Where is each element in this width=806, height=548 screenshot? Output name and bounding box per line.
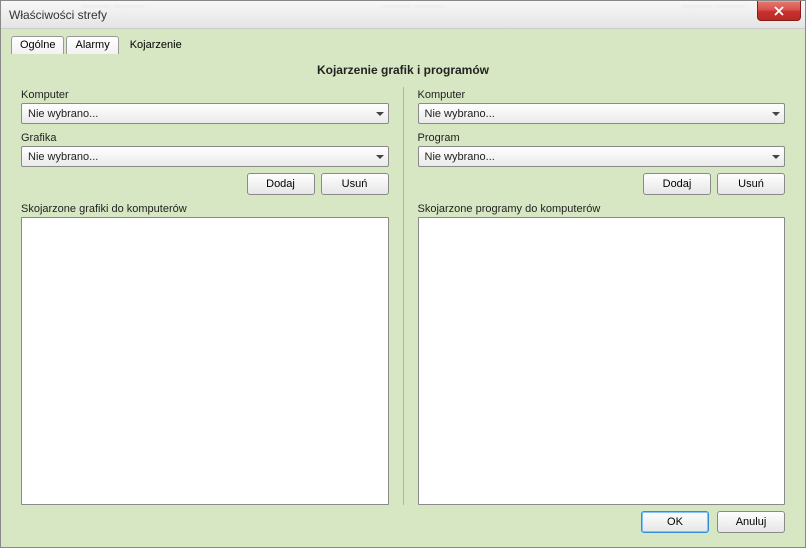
chevron-down-icon	[376, 155, 384, 159]
right-label-computer: Komputer	[418, 89, 786, 101]
titlebar: Właściwości strefy ——— —————— —————— ———	[1, 1, 805, 29]
right-remove-button[interactable]: Usuń	[717, 173, 785, 195]
right-dropdown-program[interactable]: Nie wybrano...	[418, 146, 786, 167]
panel-heading: Kojarzenie grafik i programów	[11, 63, 795, 77]
left-dropdown-computer-text: Nie wybrano...	[28, 108, 98, 120]
left-remove-button[interactable]: Usuń	[321, 173, 389, 195]
left-dropdown-graphic-text: Nie wybrano...	[28, 151, 98, 163]
left-add-button[interactable]: Dodaj	[247, 173, 315, 195]
client-area: Ogólne Alarmy Kojarzenie Kojarzenie graf…	[1, 29, 805, 547]
close-icon	[774, 6, 784, 16]
tab-panel: Kojarzenie grafik i programów Komputer N…	[7, 53, 799, 541]
right-listbox[interactable]	[418, 217, 786, 505]
left-label-computer: Komputer	[21, 89, 389, 101]
right-label-list: Skojarzone programy do komputerów	[418, 203, 786, 215]
right-column: Komputer Nie wybrano... Program Nie wybr…	[408, 87, 796, 505]
right-dropdown-computer[interactable]: Nie wybrano...	[418, 103, 786, 124]
right-add-button[interactable]: Dodaj	[643, 173, 711, 195]
left-column: Komputer Nie wybrano... Grafika Nie wybr…	[11, 87, 399, 505]
chevron-down-icon	[772, 112, 780, 116]
left-label-list: Skojarzone grafiki do komputerów	[21, 203, 389, 215]
left-dropdown-computer[interactable]: Nie wybrano...	[21, 103, 389, 124]
cancel-button[interactable]: Anuluj	[717, 511, 785, 533]
chevron-down-icon	[772, 155, 780, 159]
columns: Komputer Nie wybrano... Grafika Nie wybr…	[11, 87, 795, 505]
left-button-row: Dodaj Usuń	[21, 173, 389, 195]
titlebar-background: ——— —————— —————— ———	[81, 1, 745, 28]
tab-strip: Ogólne Alarmy Kojarzenie	[11, 35, 799, 53]
dialog-footer: OK Anuluj	[11, 505, 795, 537]
right-button-row: Dodaj Usuń	[418, 173, 786, 195]
window-title: Właściwości strefy	[1, 8, 107, 22]
left-dropdown-graphic[interactable]: Nie wybrano...	[21, 146, 389, 167]
right-label-program: Program	[418, 132, 786, 144]
close-button[interactable]	[757, 1, 801, 21]
tab-ogolne[interactable]: Ogólne	[11, 36, 64, 54]
tab-alarmy[interactable]: Alarmy	[66, 36, 118, 54]
right-dropdown-computer-text: Nie wybrano...	[425, 108, 495, 120]
left-label-graphic: Grafika	[21, 132, 389, 144]
tab-kojarzenie[interactable]: Kojarzenie	[121, 35, 191, 53]
right-dropdown-program-text: Nie wybrano...	[425, 151, 495, 163]
ok-button[interactable]: OK	[641, 511, 709, 533]
vertical-separator	[403, 87, 404, 505]
window: Właściwości strefy ——— —————— —————— ———…	[0, 0, 806, 548]
chevron-down-icon	[376, 112, 384, 116]
left-listbox[interactable]	[21, 217, 389, 505]
